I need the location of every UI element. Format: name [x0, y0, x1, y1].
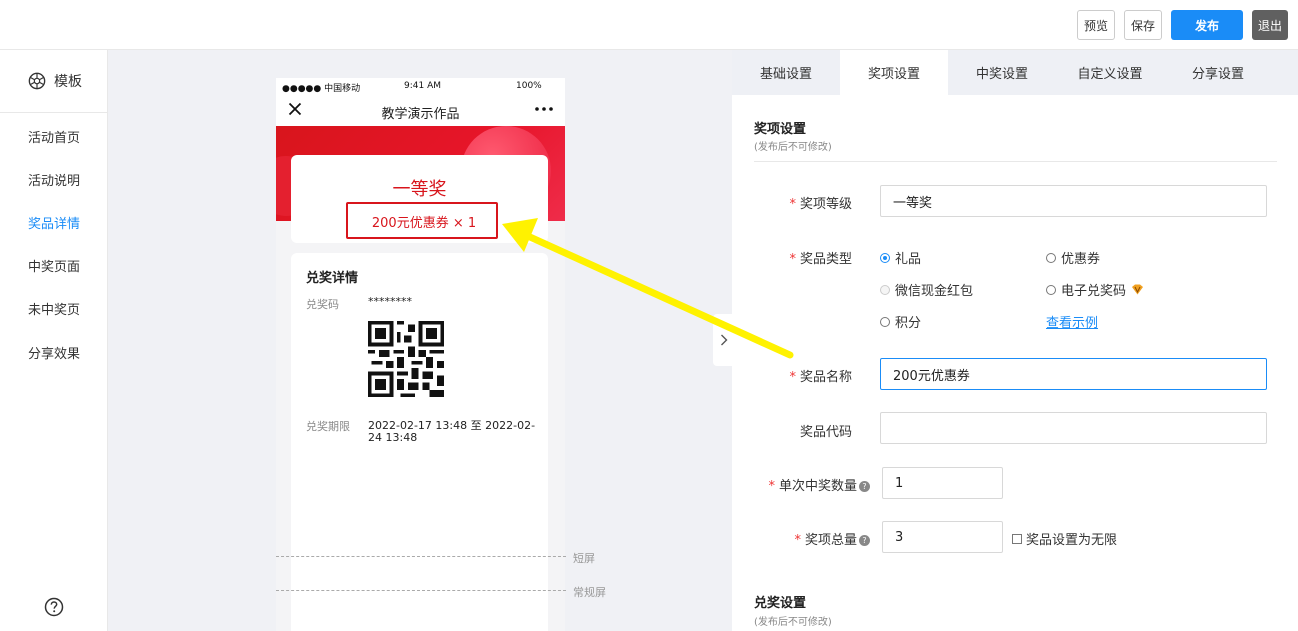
phone-nav-title: 教学演示作品	[381, 107, 460, 122]
tab-prize-settings[interactable]: 奖项设置	[840, 50, 948, 95]
redeem-code-label: 兑奖码	[306, 298, 339, 311]
sidebar-item-win-page[interactable]: 中奖页面	[28, 256, 80, 275]
section-subtitle-prize: (发布后不可修改)	[754, 142, 832, 153]
prize-type-gift-radio[interactable]: 礼品	[880, 248, 921, 267]
per-win-quantity-input[interactable]: 1	[882, 467, 1003, 499]
short-screen-label: 短屏	[573, 552, 595, 565]
sidebar-item-share-effect[interactable]: 分享效果	[28, 343, 80, 362]
radio-icon	[1046, 284, 1056, 295]
unlimited-checkbox[interactable]: 奖品设置为无限	[1012, 529, 1117, 548]
exit-button[interactable]: 退出	[1252, 10, 1288, 40]
redeem-code-value: ********	[368, 295, 412, 308]
radio-checked-icon	[880, 252, 890, 263]
settings-tabs: 基础设置 奖项设置 中奖设置 自定义设置 分享设置	[732, 50, 1298, 95]
prize-total-input[interactable]: 3	[882, 521, 1003, 553]
redeem-period-value-line2: 24 13:48	[368, 431, 418, 444]
prize-title: 一等奖	[392, 179, 447, 200]
status-battery: 100%	[516, 81, 542, 91]
status-time: 9:41 AM	[404, 81, 441, 91]
section-title-prize: 奖项设置	[754, 122, 807, 137]
prize-code-input[interactable]	[880, 412, 1267, 444]
sidebar-item-description[interactable]: 活动说明	[28, 170, 80, 189]
radio-disabled-icon	[880, 284, 890, 295]
prize-card: 一等奖 200元优惠券 × 1	[291, 155, 548, 243]
radio-icon	[1046, 252, 1056, 263]
help-question-icon[interactable]: ?	[859, 535, 870, 546]
tab-custom-settings[interactable]: 自定义设置	[1056, 50, 1164, 95]
prize-level-input[interactable]: 一等奖	[880, 185, 1267, 217]
redeem-detail-heading: 兑奖详情	[306, 271, 359, 286]
normal-screen-label: 常规屏	[573, 586, 606, 599]
normal-screen-guide-line	[276, 590, 566, 591]
top-toolbar: 预览 保存 发布 退出	[0, 0, 1298, 50]
phone-status-bar: ●●●●● 中国移动 9:41 AM 100%	[276, 78, 565, 96]
per-win-quantity-label: * 单次中奖数量?	[752, 475, 870, 494]
qr-code-icon	[368, 321, 444, 397]
prize-type-coupon-radio[interactable]: 优惠券	[1046, 248, 1100, 267]
prize-type-points-radio[interactable]: 积分	[880, 312, 921, 331]
prize-name-label: * 奖品名称	[789, 370, 852, 385]
section-divider	[754, 161, 1277, 162]
vip-badge-icon	[1132, 284, 1144, 295]
publish-button[interactable]: 发布	[1171, 10, 1243, 40]
checkbox-icon	[1012, 533, 1022, 544]
save-button[interactable]: 保存	[1124, 10, 1162, 40]
section-subtitle-redeem: (发布后不可修改)	[754, 617, 832, 628]
prize-code-label: 奖品代码	[799, 425, 852, 440]
preview-button[interactable]: 预览	[1077, 10, 1115, 40]
section-title-redeem: 兑奖设置	[754, 596, 807, 611]
prize-name-input[interactable]: 200元优惠券	[880, 358, 1267, 390]
sidebar-item-home[interactable]: 活动首页	[28, 127, 80, 146]
sidebar-item-lose-page[interactable]: 未中奖页	[28, 299, 80, 318]
radio-icon	[880, 316, 890, 327]
chevron-right-icon	[721, 334, 728, 346]
help-icon[interactable]	[44, 597, 64, 617]
phone-nav-bar: 教学演示作品	[276, 96, 565, 126]
prize-name-quantity: 200元优惠券 × 1	[371, 216, 477, 231]
sidebar-template-header[interactable]: 模板	[0, 50, 108, 113]
prize-highlight-box: 200元优惠券 × 1	[346, 202, 498, 239]
phone-preview: ●●●●● 中国移动 9:41 AM 100% 教学演示作品 一等奖 200元优…	[276, 78, 565, 631]
sidebar-item-prize-details[interactable]: 奖品详情	[28, 213, 80, 232]
prize-type-ecode-radio[interactable]: 电子兑奖码	[1046, 280, 1144, 299]
view-example-link[interactable]: 查看示例	[1046, 312, 1098, 331]
help-question-icon[interactable]: ?	[859, 481, 870, 492]
more-icon[interactable]	[535, 107, 553, 111]
redeem-detail-card: 兑奖详情 兑奖码 ******** 兑奖期限 2022-02-17 13:48 …	[291, 253, 548, 631]
prize-level-label: * 奖项等级	[789, 197, 852, 212]
sidebar-header-label: 模板	[54, 74, 82, 90]
prize-type-label: * 奖品类型	[789, 252, 852, 267]
tab-basic-settings[interactable]: 基础设置	[732, 50, 840, 95]
prize-total-label: * 奖项总量?	[752, 529, 870, 548]
short-screen-guide-line	[276, 556, 566, 557]
redeem-period-label: 兑奖期限	[306, 420, 350, 433]
status-carrier: ●●●●● 中国移动	[282, 84, 361, 94]
aperture-icon	[28, 72, 46, 90]
left-sidebar: 模板 活动首页 活动说明 奖品详情 中奖页面 未中奖页 分享效果	[0, 50, 108, 631]
prize-type-wechat-redpacket-radio[interactable]: 微信现金红包	[880, 280, 973, 299]
tab-win-settings[interactable]: 中奖设置	[948, 50, 1056, 95]
settings-panel: 基础设置 奖项设置 中奖设置 自定义设置 分享设置 奖项设置 (发布后不可修改)…	[732, 50, 1298, 631]
tab-share-settings[interactable]: 分享设置	[1164, 50, 1272, 95]
